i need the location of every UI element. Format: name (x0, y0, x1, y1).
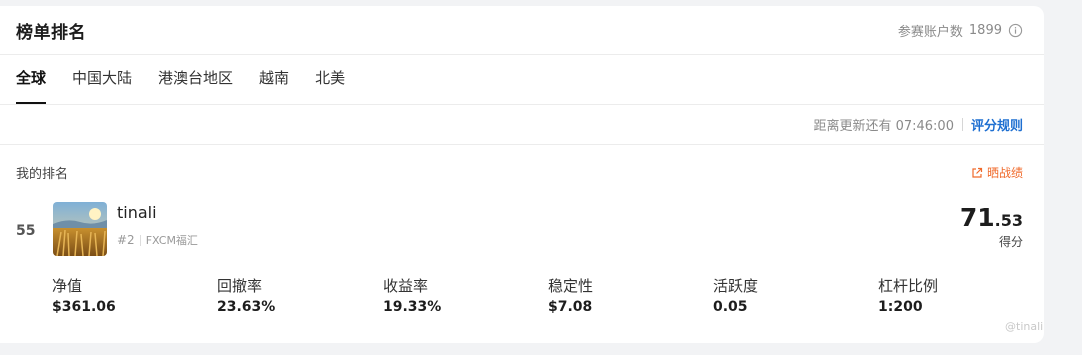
stat-label: 稳定性 (548, 277, 594, 295)
watermark: @tinali (1005, 320, 1044, 333)
stat-leverage: 杠杆比例 1:200 (878, 275, 938, 315)
participant-count: 参赛账户数 1899 (898, 21, 1023, 40)
stat-label: 收益率 (383, 277, 429, 295)
update-countdown: 距离更新还有 07:46:00 (813, 119, 954, 134)
page-title: 榜单排名 (16, 22, 86, 43)
stat-value: $7.08 (548, 299, 593, 315)
avatar-image (53, 202, 107, 256)
participant-count-label: 参赛账户数 (897, 24, 963, 40)
stat-label: 回撤率 (217, 277, 263, 295)
avatar (53, 202, 107, 256)
stat-value: 1:200 (878, 299, 923, 315)
tab-global[interactable]: 全球 (16, 67, 47, 104)
share-icon (972, 167, 983, 178)
region-tabs: 全球 中国大陆 港澳台地区 越南 北美 (0, 55, 1044, 105)
score-decimal: .53 (994, 211, 1023, 230)
card-header: 榜单排名 参赛账户数 1899 (0, 6, 1044, 55)
divider (961, 118, 963, 131)
share-button[interactable]: 晒战绩 (971, 164, 1023, 181)
broker-name: FXCM福汇 (145, 234, 198, 247)
stat-label: 活跃度 (713, 277, 759, 295)
score-integer: 71 (959, 203, 995, 232)
info-icon[interactable] (1008, 23, 1023, 38)
user-meta: #2 FXCM福汇 (117, 232, 198, 248)
stats-row: 净值 $361.06 回撤率 23.63% 收益率 19.33% 稳定性 $7.… (52, 275, 1042, 315)
stat-label: 净值 (52, 277, 83, 295)
stat-value: 19.33% (383, 299, 442, 315)
update-bar: 距离更新还有 07:46:00 评分规则 (0, 105, 1044, 145)
stat-net-value: 净值 $361.06 (52, 275, 116, 315)
tab-north-america[interactable]: 北美 (315, 67, 345, 104)
my-rank-entry[interactable]: 55 tinali #2 FXCM福汇 71.53 得分 (0, 199, 1044, 265)
my-rank-label: 我的排名 (16, 167, 69, 182)
stat-value: 23.63% (217, 299, 276, 315)
score-value: 71.53 (960, 205, 1023, 230)
stat-activity: 活跃度 0.05 (713, 275, 758, 315)
stat-label: 杠杆比例 (878, 277, 939, 295)
tab-mainland-china[interactable]: 中国大陆 (72, 67, 132, 104)
stat-value: 0.05 (713, 299, 748, 315)
rank-number: 55 (16, 223, 36, 239)
stat-drawdown: 回撤率 23.63% (217, 275, 275, 315)
score: 71.53 得分 (960, 205, 1023, 250)
tab-hk-macau-taiwan[interactable]: 港澳台地区 (158, 67, 233, 104)
participant-count-value: 1899 (968, 22, 1002, 38)
scoring-rules-link[interactable]: 评分规则 (971, 115, 1023, 134)
tab-vietnam[interactable]: 越南 (259, 67, 289, 104)
share-label: 晒战绩 (986, 166, 1023, 180)
sub-rank: #2 (117, 233, 135, 247)
score-label: 得分 (998, 235, 1023, 249)
stat-return: 收益率 19.33% (383, 275, 441, 315)
username: tinali (117, 203, 157, 222)
stat-stability: 稳定性 $7.08 (548, 275, 593, 315)
divider (139, 234, 141, 246)
stat-value: $361.06 (52, 299, 116, 315)
my-rank-header: 我的排名 晒战绩 (0, 145, 1044, 182)
